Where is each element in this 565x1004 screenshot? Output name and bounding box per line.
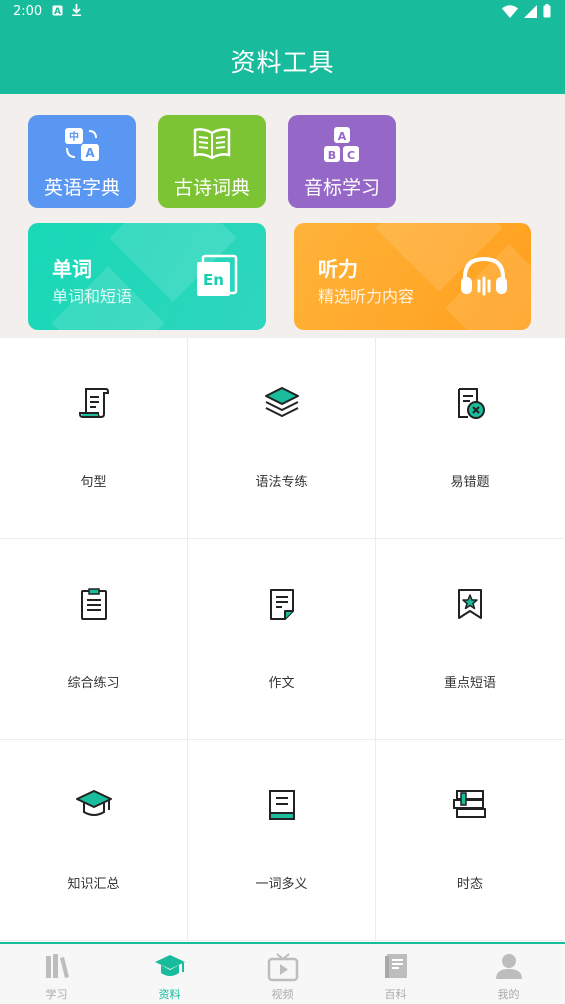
nav-item-study[interactable]: 学习 (0, 944, 113, 1004)
open-book-icon (193, 128, 231, 160)
tv-play-icon (267, 953, 298, 982)
wifi-icon (502, 4, 518, 22)
nav-label: 学习 (45, 988, 68, 1001)
svg-text:C: C (347, 149, 355, 162)
nav-item-materials[interactable]: 资料 (113, 944, 226, 1004)
grid-item-label: 重点短语 (443, 676, 496, 691)
page-title: 资料工具 (230, 48, 335, 77)
grid-item-polysemy[interactable]: 一词多义 (188, 740, 376, 941)
wrong-question-icon (458, 388, 485, 419)
svg-text:En: En (203, 271, 224, 289)
words-tile-subtitle: 单词和短语 (52, 287, 133, 306)
graduation-cap-icon (75, 790, 112, 816)
status-time: 2:00 (13, 4, 43, 19)
a-badge-icon: A (52, 5, 63, 20)
svg-text:A: A (54, 7, 61, 16)
grid-item-common-mistakes[interactable]: 易错题 (376, 338, 564, 539)
grid-item-label: 易错题 (450, 475, 490, 490)
nav-item-encyclopedia[interactable]: 百科 (339, 944, 452, 1004)
tile-label: 音标学习 (303, 177, 380, 199)
nav-label: 资料 (158, 988, 181, 1001)
translate-icon: 中 A (65, 128, 99, 161)
nav-label: 百科 (384, 988, 407, 1001)
grid-item-comprehensive-practice[interactable]: 综合练习 (0, 539, 188, 740)
abc-blocks-icon: A B C (324, 127, 359, 162)
grid-item-label: 一词多义 (255, 877, 308, 892)
poetry-dictionary-tile[interactable]: 古诗词典 (158, 115, 266, 208)
grid-item-composition[interactable]: 作文 (188, 539, 376, 740)
svg-text:中: 中 (69, 130, 79, 143)
listening-tile-subtitle: 精选听力内容 (318, 287, 415, 306)
tools-area: 中 A 英语字典 古诗词典 A B C 音标学习 单词 单词和短语 En 听力 … (0, 94, 565, 338)
tile-label: 古诗词典 (173, 177, 250, 199)
download-icon (71, 4, 82, 20)
grid-item-tenses[interactable]: 时态 (376, 740, 564, 941)
nav-item-video[interactable]: 视频 (226, 944, 339, 1004)
grid-item-knowledge-summary[interactable]: 知识汇总 (0, 740, 188, 941)
en-card-icon: En (197, 254, 238, 296)
grid-item-label: 综合练习 (67, 676, 120, 691)
svg-text:B: B (328, 149, 336, 162)
grid-item-key-phrases[interactable]: 重点短语 (376, 539, 564, 740)
battery-icon (543, 4, 551, 22)
english-dictionary-tile[interactable]: 中 A 英语字典 (28, 115, 136, 208)
svg-text:A: A (85, 146, 95, 160)
scroll-icon (78, 388, 109, 418)
graduation-cap-icon (154, 955, 185, 976)
star-bookmark-icon (458, 589, 482, 619)
status-bar: 2:00 A (0, 0, 565, 24)
document-icon (269, 589, 294, 620)
words-tile-title: 单词 (52, 257, 92, 281)
nav-label: 视频 (271, 988, 294, 1001)
grid-item-label: 作文 (268, 676, 295, 691)
layers-icon (264, 387, 299, 417)
words-tile[interactable]: 单词 单词和短语 En (28, 223, 266, 330)
listening-tile[interactable]: 听力 精选听力内容 (294, 223, 531, 330)
signal-icon (524, 4, 537, 22)
phonetic-learning-tile[interactable]: A B C 音标学习 (288, 115, 396, 208)
bottom-nav: 学习 资料 视频 百科 我的 (0, 942, 565, 1004)
grid-item-label: 句型 (80, 475, 107, 490)
grid-item-sentence-patterns[interactable]: 句型 (0, 338, 188, 539)
grid-item-label: 知识汇总 (67, 877, 120, 892)
person-icon (495, 954, 522, 979)
grid-item-label: 时态 (456, 877, 483, 892)
headphones-icon (461, 256, 507, 296)
materials-grid: 句型 语法专练 易错题 综合练习 作文 重点短语 知识汇总 一词多义 时态 (0, 338, 565, 942)
clipboard-icon (80, 588, 107, 620)
nav-label: 我的 (497, 988, 520, 1001)
app-header: 资料工具 (0, 24, 565, 94)
book-stack-icon (453, 790, 486, 818)
nav-item-profile[interactable]: 我的 (452, 944, 565, 1004)
encyclopedia-icon (384, 954, 407, 978)
grid-item-label: 语法专练 (255, 475, 308, 490)
tile-label: 英语字典 (43, 177, 120, 199)
book-icon (268, 790, 295, 820)
books-icon (45, 954, 69, 978)
listening-tile-title: 听力 (318, 257, 358, 281)
grid-item-grammar-practice[interactable]: 语法专练 (188, 338, 376, 539)
svg-text:A: A (338, 130, 347, 143)
